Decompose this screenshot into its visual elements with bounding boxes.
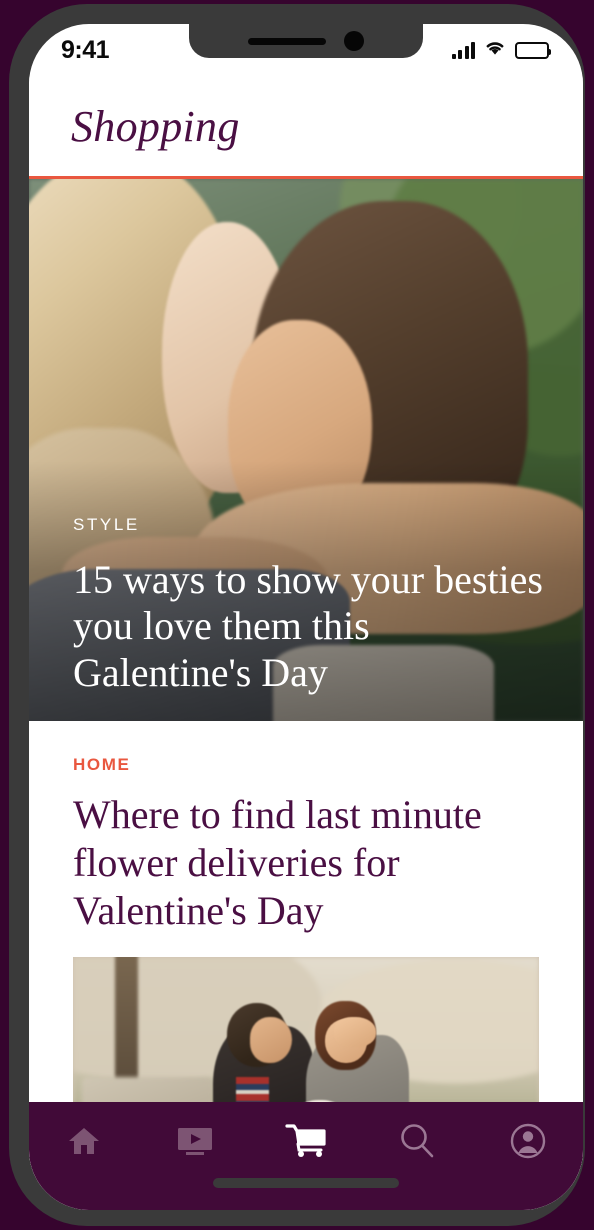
phone-screen: 9:41 Shopping STYLE 15 ways to show your… — [29, 24, 583, 1210]
profile-icon — [509, 1122, 547, 1160]
status-bar-clock: 9:41 — [61, 35, 110, 64]
nav-item-cart[interactable] — [269, 1116, 343, 1166]
phone-frame: 9:41 Shopping STYLE 15 ways to show your… — [9, 4, 585, 1226]
status-bar-icons — [451, 39, 551, 61]
article-headline[interactable]: Where to find last minute flower deliver… — [73, 791, 539, 935]
article-feed[interactable]: STYLE 15 ways to show your besties you l… — [29, 176, 583, 1210]
home-icon — [67, 1125, 101, 1157]
earpiece-speaker-icon — [248, 37, 326, 45]
notch — [189, 24, 423, 58]
nav-item-home[interactable] — [47, 1116, 121, 1166]
home-indicator-bar[interactable] — [213, 1178, 399, 1188]
app-header: Shopping — [29, 76, 583, 176]
battery-full-icon — [515, 41, 551, 59]
hero-article-kicker[interactable]: STYLE — [73, 515, 547, 535]
front-camera-icon — [344, 31, 364, 51]
wifi-icon — [484, 39, 506, 61]
article-kicker[interactable]: HOME — [73, 755, 539, 775]
bottom-navigation-bar — [29, 1102, 583, 1210]
cellular-signal-icon — [451, 41, 475, 59]
nav-item-profile[interactable] — [491, 1116, 565, 1166]
video-icon — [175, 1125, 215, 1157]
search-icon — [398, 1122, 436, 1160]
page-title: Shopping — [71, 101, 240, 151]
cart-icon — [285, 1123, 327, 1159]
nav-item-search[interactable] — [380, 1116, 454, 1166]
hero-article-headline[interactable]: 15 ways to show your besties you love th… — [73, 557, 547, 697]
hero-article-text: STYLE 15 ways to show your besties you l… — [73, 515, 547, 697]
nav-item-video[interactable] — [158, 1116, 232, 1166]
hero-article-card[interactable]: STYLE 15 ways to show your besties you l… — [29, 179, 583, 721]
